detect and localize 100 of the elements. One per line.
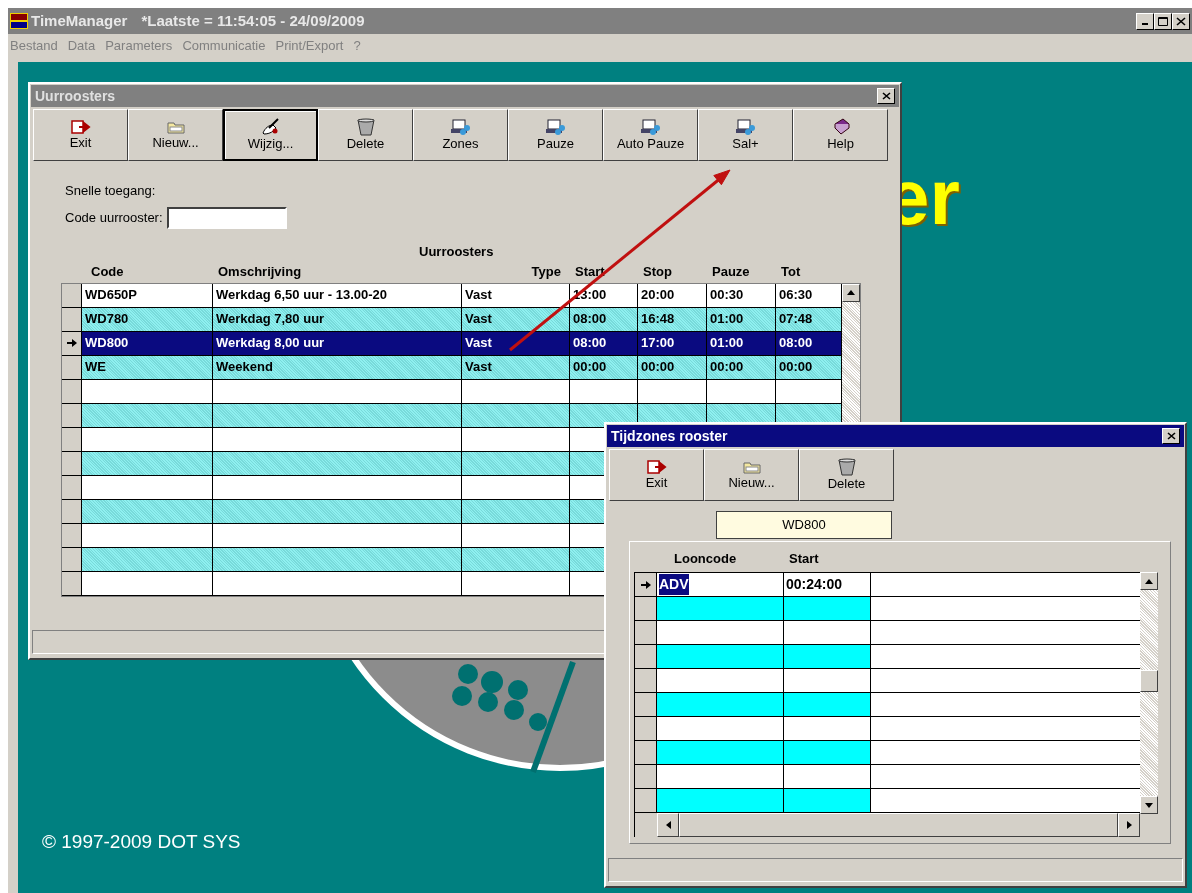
maximize-icon (1158, 16, 1168, 26)
empty-table-row[interactable] (635, 765, 1140, 789)
toolbar-button[interactable]: Zones (413, 109, 508, 161)
close-button[interactable] (877, 88, 895, 104)
table-row[interactable]: ADV 00:24:00 (635, 573, 1140, 597)
table-cell-text: 16:48 (641, 310, 675, 329)
table-cell-text: Vast (465, 334, 492, 353)
table-cell-text: Vast (465, 358, 492, 377)
column-header: Looncode (674, 551, 737, 567)
people-computer-icon (639, 117, 662, 136)
table-cell-text: 07:48 (779, 310, 813, 329)
row-header-cell[interactable] (62, 451, 82, 475)
empty-table-row[interactable] (635, 717, 1140, 741)
toolbar-button[interactable]: Exit (33, 109, 128, 161)
empty-table-row[interactable] (62, 379, 842, 404)
toolbar-button[interactable]: Exit (609, 449, 704, 501)
toolbar-button[interactable]: Nieuw... (704, 449, 799, 501)
row-header-cell[interactable] (62, 475, 82, 499)
row-header-cell[interactable] (62, 307, 82, 331)
empty-table-row[interactable] (635, 597, 1140, 621)
scroll-thumb[interactable] (1140, 670, 1158, 692)
scroll-up-button[interactable] (842, 283, 860, 302)
toolbar-button[interactable]: Pauze (508, 109, 603, 161)
toolbar-button[interactable]: Auto Pauze (603, 109, 698, 161)
close-icon (881, 92, 891, 100)
app-logo-icon (10, 13, 28, 29)
row-header-cell[interactable] (62, 331, 82, 355)
toolbar-button[interactable]: Delete (799, 449, 894, 501)
scroll-left-button[interactable] (657, 813, 679, 837)
scroll-down-button[interactable] (1140, 796, 1158, 814)
column-header: Pauze (712, 263, 750, 279)
toolbar-button[interactable]: Sal+ (698, 109, 793, 161)
close-button[interactable] (1162, 428, 1180, 444)
row-header-cell[interactable] (62, 379, 82, 403)
row-header-cell[interactable] (62, 523, 82, 547)
app-subtitle: *Laatste = 11:54:05 - 24/09/2009 (141, 10, 365, 31)
people-computer-icon (449, 117, 472, 136)
table-cell-text: 08:00 (779, 334, 813, 353)
minimize-icon (1142, 22, 1148, 25)
people-computer-icon (544, 117, 567, 136)
table-cell-text: 00:00 (779, 358, 813, 377)
app-title: TimeManager (31, 10, 128, 31)
maximize-button[interactable] (1154, 12, 1172, 30)
close-icon (1166, 432, 1176, 440)
column-header: Stop (643, 263, 672, 279)
empty-table-row[interactable] (635, 645, 1140, 669)
table-cell-text: Werkdag 6,50 uur - 13.00-20 (216, 286, 387, 305)
exit-icon (646, 458, 667, 475)
table-cell-text: 00:30 (710, 286, 744, 305)
close-icon (1176, 16, 1186, 26)
toolbar-button[interactable]: Help (793, 109, 888, 161)
empty-table-row[interactable] (635, 789, 1140, 813)
left-triangle-icon (665, 821, 671, 829)
row-header-cell[interactable] (62, 403, 82, 427)
people-computer-icon (734, 117, 757, 136)
column-header: Tot (781, 263, 801, 279)
empty-table-row[interactable] (635, 621, 1140, 645)
horizontal-scrollbar[interactable] (657, 813, 1140, 837)
vertical-scrollbar[interactable] (1140, 572, 1158, 814)
row-header-cell[interactable] (62, 355, 82, 379)
table-cell-text: Vast (465, 286, 492, 305)
column-group-header: Uurroosters (419, 242, 494, 261)
up-triangle-icon (1145, 578, 1153, 584)
row-header-cell[interactable] (62, 283, 82, 307)
copyright-text: © 1997-2009 DOT SYS (42, 830, 241, 854)
code-input-field[interactable] (166, 206, 287, 229)
toolbar-button[interactable]: Nieuw... (128, 109, 223, 161)
close-button[interactable] (1172, 12, 1190, 30)
empty-table-row[interactable] (635, 693, 1140, 717)
exit-icon (70, 118, 91, 135)
table-cell-text: WD800 (85, 334, 129, 353)
table-row[interactable]: WE Weekend Vast 00:00 00:00 00:00 00:00 (62, 355, 842, 380)
minimize-button[interactable] (1136, 12, 1154, 30)
scroll-up-button[interactable] (1140, 572, 1158, 590)
empty-table-row[interactable] (635, 741, 1140, 765)
scroll-right-button[interactable] (1118, 813, 1140, 837)
row-indicator-icon (66, 338, 77, 348)
table-row[interactable]: WD780 Werkdag 7,80 uur Vast 08:00 16:48 01:00 07:48 (62, 307, 842, 332)
table-cell-text: WD650P (85, 286, 138, 305)
row-header-cell[interactable] (62, 547, 82, 571)
table-cell-text: Werkdag 7,80 uur (216, 310, 325, 329)
table-cell-text: 08:00 (573, 334, 607, 353)
row-header-cell[interactable] (635, 573, 657, 596)
table-cell-text: WE (85, 358, 106, 377)
column-header: Start (575, 263, 605, 279)
table-cell-text: Vast (465, 310, 492, 329)
row-header-cell[interactable] (62, 571, 82, 595)
row-header-cell[interactable] (62, 427, 82, 451)
column-header: Code (91, 263, 124, 279)
toolbar-button[interactable]: Delete (318, 109, 413, 161)
table-cell-text: 06:30 (779, 286, 813, 305)
quick-access-label: Snelle toegang: (65, 182, 157, 200)
schedule-code-field: WD800 (716, 511, 892, 539)
toolbar-button[interactable]: Wijzig... (223, 109, 318, 161)
row-header-cell[interactable] (62, 499, 82, 523)
field-label: Code uurrooster: (65, 208, 163, 227)
column-header: Start (789, 551, 819, 567)
table-row[interactable]: WD800 Werkdag 8,00 uur Vast 08:00 17:00 01:00 08:00 (62, 331, 842, 356)
trash-bin-icon (836, 457, 857, 476)
trash-bin-icon (355, 117, 376, 136)
